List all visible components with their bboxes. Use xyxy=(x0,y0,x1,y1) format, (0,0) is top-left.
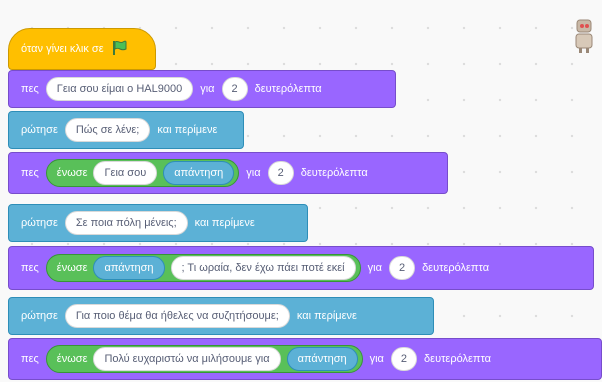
join-text-input[interactable]: ; Τι ωραία, δεν έχω πάει ποτέ εκεί xyxy=(170,256,356,280)
question-input[interactable]: Για ποιο θέμα θα ήθελες να συζητήσουμε; xyxy=(64,304,290,328)
wait-label: και περίμενε xyxy=(194,217,255,229)
for-label: για xyxy=(246,167,261,179)
join-text-input[interactable]: Πολύ ευχαριστώ να μιλήσουμε για xyxy=(93,347,281,371)
for-label: για xyxy=(367,262,382,274)
question-input[interactable]: Πώς σε λένε; xyxy=(64,118,151,142)
say-label: πες xyxy=(21,262,39,274)
wait-label: και περίμενε xyxy=(296,310,357,322)
join-label: ένωσε xyxy=(56,262,88,274)
for-label: για xyxy=(369,353,384,365)
seconds-unit-label: δευτερόλεπτα xyxy=(254,83,322,95)
join-text-input[interactable]: Γεια σου xyxy=(93,161,158,185)
say-join-block[interactable]: πες ένωσε Πολύ ευχαριστώ να μιλήσουμε γι… xyxy=(8,338,602,380)
answer-reporter[interactable]: απάντηση xyxy=(286,347,358,371)
say-label: πες xyxy=(21,353,39,365)
ask-and-wait-block[interactable]: ρώτησε Πώς σε λένε; και περίμενε xyxy=(8,111,244,149)
join-operator[interactable]: ένωσε Γεια σου απάντηση xyxy=(45,159,240,187)
event-label: όταν γίνει κλικ σε xyxy=(21,43,104,55)
robot-sprite-icon xyxy=(573,18,595,59)
ask-and-wait-block[interactable]: ρώτησε Για ποιο θέμα θα ήθελες να συζητή… xyxy=(8,297,434,335)
green-flag-icon xyxy=(111,39,129,60)
seconds-input[interactable]: 2 xyxy=(221,77,248,101)
say-label: πες xyxy=(21,83,39,95)
for-label: για xyxy=(200,83,215,95)
join-operator[interactable]: ένωσε απάντηση ; Τι ωραία, δεν έχω πάει … xyxy=(45,254,361,282)
say-label: πες xyxy=(21,167,39,179)
ask-label: ρώτησε xyxy=(21,217,58,229)
wait-label: και περίμενε xyxy=(157,124,218,136)
seconds-input[interactable]: 2 xyxy=(388,256,416,280)
answer-reporter[interactable]: απάντηση xyxy=(93,256,165,280)
say-for-secs-block[interactable]: πες Γεια σου είμαι ο HAL9000 για 2 δευτε… xyxy=(8,70,396,108)
join-label: ένωσε xyxy=(56,353,88,365)
answer-reporter[interactable]: απάντηση xyxy=(163,161,235,185)
question-input[interactable]: Σε ποια πόλη μένεις; xyxy=(64,211,188,235)
seconds-input[interactable]: 2 xyxy=(390,347,418,371)
seconds-unit-label: δευτερόλεπτα xyxy=(422,262,490,274)
say-join-block[interactable]: πες ένωσε απάντηση ; Τι ωραία, δεν έχω π… xyxy=(8,246,594,290)
seconds-input[interactable]: 2 xyxy=(267,161,294,185)
say-join-block[interactable]: πες ένωσε Γεια σου απάντηση για 2 δευτερ… xyxy=(8,152,448,194)
message-input[interactable]: Γεια σου είμαι ο HAL9000 xyxy=(45,77,194,101)
seconds-unit-label: δευτερόλεπτα xyxy=(424,353,492,365)
ask-label: ρώτησε xyxy=(21,124,58,136)
join-label: ένωσε xyxy=(56,167,88,179)
ask-and-wait-block[interactable]: ρώτησε Σε ποια πόλη μένεις; και περίμενε xyxy=(8,204,308,242)
seconds-unit-label: δευτερόλεπτα xyxy=(300,167,368,179)
ask-label: ρώτησε xyxy=(21,310,58,322)
when-flag-clicked-block[interactable]: όταν γίνει κλικ σε xyxy=(8,28,156,70)
join-operator[interactable]: ένωσε Πολύ ευχαριστώ να μιλήσουμε για απ… xyxy=(45,345,363,373)
